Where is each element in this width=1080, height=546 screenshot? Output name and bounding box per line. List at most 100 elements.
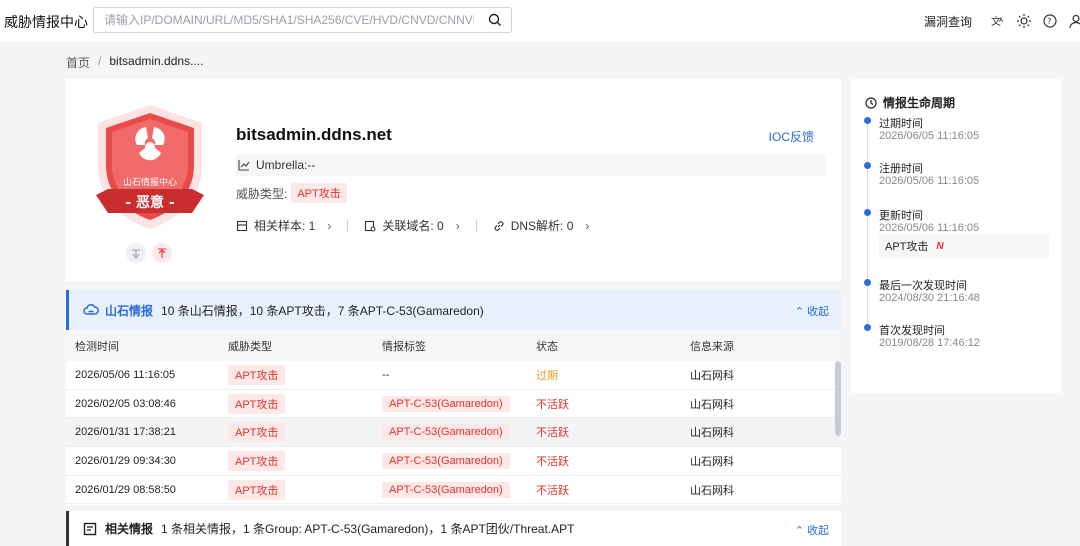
cell-type: APT攻击 — [228, 364, 286, 385]
dns-resolution-label: DNS解析: 0 — [510, 219, 574, 233]
cell-time: 2026/05/06 11:16:05 — [75, 368, 176, 381]
help-icon[interactable]: ? — [1042, 13, 1058, 29]
timeline-label: 注册时间 — [879, 163, 923, 175]
related-domains-label: 关联域名: 0 — [382, 219, 444, 233]
svg-text:A: A — [999, 17, 1004, 24]
related-domains-link[interactable]: 关联域名: 0 › — [364, 217, 460, 234]
table-row[interactable]: 2026/01/31 17:38:21 APT攻击 APT-C-53(Gamar… — [66, 418, 841, 448]
threat-type-row: 威胁类型: APT攻击 — [236, 183, 347, 203]
cell-source: 山石网科 — [690, 427, 734, 440]
col-header-status: 状态 — [536, 341, 558, 353]
cell-type: APT攻击 — [228, 450, 286, 471]
vuln-query-link[interactable]: 漏洞查询 — [924, 13, 972, 30]
timeline-time: 2026/06/05 11:16:05 — [879, 130, 980, 142]
cell-status: 不活跃 — [536, 398, 569, 411]
timeline-dot — [864, 279, 871, 286]
cell-tag: -- — [382, 368, 390, 381]
chevron-up-icon: ⌃ — [794, 306, 804, 318]
chevron-up-icon: ⌃ — [794, 525, 804, 537]
timeline-label: 最后一次发现时间 — [879, 280, 967, 292]
cell-source: 山石网科 — [690, 398, 734, 411]
cell-time: 2026/02/05 03:08:46 — [75, 397, 176, 410]
cell-type: APT攻击 — [228, 479, 286, 500]
table-row[interactable]: 2026/01/29 09:34:30 APT攻击 APT-C-53(Gamar… — [66, 447, 841, 476]
cloud-icon — [83, 304, 99, 315]
cell-time: 2026/01/31 17:38:21 — [75, 426, 176, 439]
dns-resolution-link[interactable]: DNS解析: 0 › — [493, 217, 590, 234]
timeline-dot — [864, 209, 871, 216]
top-bar: 威胁情报中心 漏洞查询 文A ? — [0, 0, 1080, 42]
ioc-header-card: 山石情报中心 - 恶意 - bitsadmin.ddns.net IOC反馈 U… — [66, 79, 841, 281]
collapse-label: 收起 — [807, 306, 829, 318]
cell-time: 2026/01/29 09:34:30 — [75, 454, 176, 467]
cell-tag: APT-C-53(Gamaredon) — [382, 452, 510, 469]
shield-top-text: 山石情报中心 — [123, 176, 177, 188]
related-intel-section-header: 相关情报 1 条相关情报，1 条Group: APT-C-53(Gamaredo… — [66, 511, 841, 546]
new-badge-icon: N — [936, 240, 944, 252]
svg-text:?: ? — [1047, 17, 1051, 26]
chevron-right-icon: › — [327, 218, 332, 233]
table-row[interactable]: 2026/05/06 11:16:05 APT攻击 -- 过期 山石网科 — [66, 361, 841, 390]
theme-sun-icon[interactable] — [1016, 13, 1032, 29]
vote-black-icon[interactable] — [152, 243, 172, 263]
hillstone-intel-section-header: 山石情报 10 条山石情报，10 条APT攻击，7 条APT-C-53(Gama… — [66, 290, 841, 330]
timeline-label: 首次发现时间 — [879, 325, 945, 337]
cell-tag: APT-C-53(Gamaredon) — [382, 424, 510, 441]
search-icon[interactable] — [487, 12, 503, 28]
collapse-button[interactable]: ⌃ 收起 — [795, 303, 829, 319]
clock-icon — [865, 96, 877, 109]
cell-source: 山石网科 — [690, 484, 734, 497]
umbrella-text: Umbrella:-- — [256, 158, 316, 172]
cell-status: 不活跃 — [536, 455, 569, 468]
table-header: 检测时间 威胁类型 情报标签 状态 信息来源 — [66, 331, 841, 361]
breadcrumb-home[interactable]: 首页 — [66, 54, 90, 71]
timeline-time: 2026/05/06 11:16:05 — [879, 222, 980, 234]
intel-lifecycle-panel: 情报生命周期 过期时间 2026/06/05 11:16:05 注册时间 202… — [851, 79, 1061, 393]
domain-icon — [365, 220, 376, 232]
breadcrumb-separator: / — [98, 54, 102, 68]
cell-status: 过期 — [536, 369, 558, 382]
malicious-shield-badge: 山石情报中心 - 恶意 - — [96, 105, 204, 229]
breadcrumb: 首页 / bitsadmin.ddns.... — [66, 54, 203, 71]
cell-time: 2026/01/29 08:58:50 — [75, 483, 176, 496]
threat-type-tag: APT攻击 — [291, 183, 347, 203]
top-right-tools: 漏洞查询 文A ? — [924, 0, 1080, 42]
user-icon[interactable] — [1068, 13, 1080, 29]
intel-table: 检测时间 威胁类型 情报标签 状态 信息来源 2026/05/06 11:16:… — [66, 331, 841, 505]
cell-type: APT攻击 — [228, 393, 286, 414]
translate-icon[interactable]: 文A — [990, 13, 1006, 29]
cell-tag: APT-C-53(Gamaredon) — [382, 481, 510, 498]
update-tag: APT攻击 — [885, 241, 929, 253]
threat-type-label: 威胁类型: — [236, 186, 288, 201]
related-samples-link[interactable]: 相关样本: 1 › — [236, 217, 331, 234]
timeline-time: 2019/08/28 17:46:12 — [879, 337, 980, 349]
search-box[interactable] — [93, 7, 512, 33]
chevron-right-icon: › — [585, 218, 590, 233]
col-header-time: 检测时间 — [75, 341, 119, 353]
cell-source: 山石网科 — [690, 369, 734, 382]
timeline-line — [867, 121, 868, 329]
sample-icon — [236, 220, 248, 231]
collapse-button[interactable]: ⌃ 收起 — [795, 522, 829, 538]
umbrella-rank-bar: Umbrella:-- — [236, 154, 826, 176]
brand-title[interactable]: 威胁情报中心 — [4, 12, 88, 32]
timeline-label: 过期时间 — [879, 118, 923, 130]
link-icon — [494, 220, 504, 231]
table-row[interactable]: 2026/02/05 03:08:46 APT攻击 APT-C-53(Gamar… — [66, 390, 841, 419]
search-input[interactable] — [94, 8, 474, 32]
table-row[interactable]: 2026/01/29 08:58:50 APT攻击 APT-C-53(Gamar… — [66, 476, 841, 505]
table-scrollbar-thumb[interactable] — [835, 361, 841, 436]
document-icon — [83, 522, 97, 535]
col-header-type: 威胁类型 — [228, 341, 272, 353]
timeline-dot — [864, 162, 871, 169]
collapse-label: 收起 — [807, 525, 829, 537]
timeline-dot — [864, 324, 871, 331]
cell-type: APT攻击 — [228, 422, 286, 443]
section-summary: 10 条山石情报，10 条APT攻击，7 条APT-C-53(Gamaredon… — [161, 303, 484, 318]
verdict-vote-icons — [126, 243, 172, 263]
ioc-feedback-link[interactable]: IOC反馈 — [769, 128, 814, 145]
cell-status: 不活跃 — [536, 427, 569, 440]
timeline-time: 2026/05/06 11:16:05 — [879, 175, 980, 187]
vote-white-icon[interactable] — [126, 243, 146, 263]
chart-icon — [238, 160, 250, 171]
